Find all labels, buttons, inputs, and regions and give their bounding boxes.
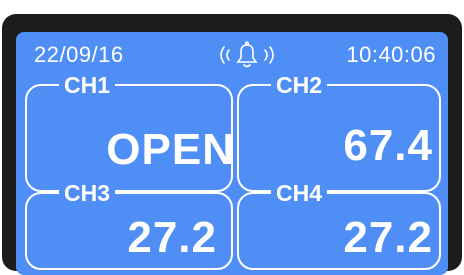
channel-panel-ch3[interactable]: CH3 27.2 [25, 182, 233, 270]
channel-label: CH4 [271, 182, 328, 205]
channel-label: CH3 [59, 182, 116, 205]
channel-label: CH2 [271, 74, 328, 97]
channel-panel-ch1[interactable]: CH1 OPEN [25, 74, 235, 192]
device-bezel: 22/09/16 10:40:06 CH1 OPEN CH2 67.4 CH3 … [2, 14, 462, 275]
channel-label: CH1 [59, 74, 116, 97]
date-readout: 22/09/16 [34, 42, 124, 67]
time-readout: 10:40:06 [346, 42, 436, 67]
channel-value: 27.2 [343, 213, 433, 262]
display-screen: 22/09/16 10:40:06 CH1 OPEN CH2 67.4 CH3 … [16, 32, 448, 275]
channel-value: OPEN [106, 125, 235, 174]
channel-panel-ch4[interactable]: CH4 27.2 [237, 182, 441, 270]
channel-value: 67.4 [343, 121, 433, 170]
alarm-bell-icon[interactable] [214, 40, 280, 70]
channel-value: 27.2 [127, 213, 217, 262]
channel-panel-ch2[interactable]: CH2 67.4 [237, 74, 441, 192]
